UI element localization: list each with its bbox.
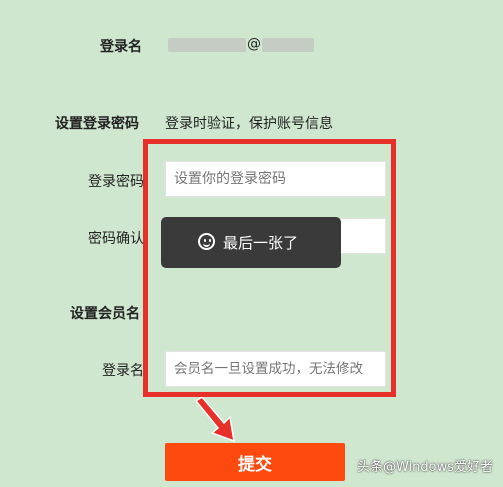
toast-message: 最后一张了 bbox=[223, 234, 299, 252]
member-name-input[interactable] bbox=[165, 351, 386, 387]
submit-button[interactable]: 提交 bbox=[165, 443, 345, 481]
account-label: 登录名 bbox=[100, 39, 142, 55]
smile-icon bbox=[198, 233, 215, 250]
confirm-password-label: 密码确认 bbox=[88, 231, 144, 247]
password-input[interactable] bbox=[165, 161, 386, 197]
blurred-domain bbox=[262, 38, 314, 52]
arrow-icon bbox=[196, 397, 235, 443]
password-section-title: 设置登录密码 bbox=[55, 116, 139, 132]
blurred-username bbox=[168, 38, 246, 52]
watermark: 头条@Windows爱好者 bbox=[356, 460, 493, 475]
member-login-label: 登录名 bbox=[102, 363, 144, 379]
at-sign: @ bbox=[247, 36, 261, 52]
member-section-title: 设置会员名 bbox=[70, 306, 140, 322]
toast: 最后一张了 bbox=[161, 217, 341, 268]
password-label: 登录密码 bbox=[88, 174, 144, 190]
password-section-hint: 登录时验证，保护账号信息 bbox=[165, 116, 333, 132]
